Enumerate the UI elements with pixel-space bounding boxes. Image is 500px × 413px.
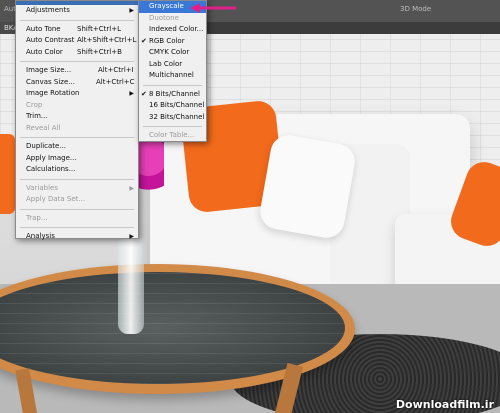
submenu-item-indexed-color[interactable]: Indexed Color... — [139, 24, 206, 36]
menu-item-label: Trap... — [26, 213, 48, 222]
menu-separator — [20, 208, 134, 210]
submenu-item-cmyk-color[interactable]: CMYK Color — [139, 47, 206, 59]
menu-item-adjustments[interactable]: Adjustments ▶ — [16, 5, 138, 17]
submenu-arrow-icon: ▶ — [129, 233, 134, 240]
menu-item-label: Analysis — [26, 232, 55, 240]
menu-item-trap[interactable]: Trap... — [16, 213, 138, 225]
submenu-item-16-bits[interactable]: 16 Bits/Channel — [139, 100, 206, 112]
submenu-item-label: Duotone — [149, 13, 179, 22]
menu-item-label: Auto Contrast — [26, 36, 75, 44]
menu-item-auto-tone[interactable]: Auto Tone Shift+Ctrl+L — [16, 24, 138, 36]
submenu-item-label: RGB Color — [149, 36, 185, 45]
menu-item-label: Image Rotation — [26, 89, 80, 97]
3d-mode-label[interactable]: 3D Mode — [400, 5, 431, 13]
submenu-item-rgb-color[interactable]: ✔ RGB Color — [139, 36, 206, 48]
submenu-item-label: Color Table... — [149, 131, 195, 139]
menu-separator — [143, 84, 202, 86]
pointer-arrow-icon — [190, 3, 236, 13]
menu-item-reveal-all[interactable]: Reveal All — [16, 123, 138, 135]
submenu-item-multichannel[interactable]: Multichannel — [139, 70, 206, 82]
submenu-arrow-icon: ▶ — [129, 90, 134, 97]
menu-item-canvas-size[interactable]: Canvas Size... Alt+Ctrl+C — [16, 77, 138, 89]
checkmark-icon: ✔ — [141, 89, 147, 98]
menu-item-shortcut: Shift+Ctrl+B — [77, 47, 122, 56]
watermark: Downloadfilm.ir — [395, 398, 494, 411]
menu-separator — [20, 61, 134, 62]
submenu-item-label: 32 Bits/Channel — [149, 112, 205, 121]
submenu-item-duotone[interactable]: Duotone — [139, 13, 206, 25]
menu-item-shortcut: Shift+Ctrl+L — [77, 24, 121, 33]
menu-item-label: Apply Image... — [26, 153, 77, 162]
submenu-item-label: Multichannel — [149, 71, 194, 79]
menu-item-shortcut: Alt+Shift+Ctrl+L — [77, 36, 137, 44]
menu-item-shortcut: Alt+Ctrl+C — [96, 77, 135, 86]
submenu-item-color-table[interactable]: Color Table... — [139, 130, 206, 142]
glass-vase — [118, 239, 144, 334]
menu-item-image-size[interactable]: Image Size... Alt+Ctrl+I — [16, 65, 138, 77]
menu-item-image-rotation[interactable]: Image Rotation ▶ — [16, 88, 138, 100]
menu-separator — [20, 227, 134, 228]
menu-item-label: Trim... — [26, 112, 48, 120]
menu-item-calculations[interactable]: Calculations... — [16, 164, 138, 176]
menu-separator — [20, 137, 134, 138]
white-pillow — [257, 132, 358, 241]
submenu-item-label: CMYK Color — [149, 48, 190, 56]
pink-flowers — [138, 134, 164, 209]
menu-separator — [143, 126, 202, 127]
submenu-item-label: Grayscale — [149, 2, 184, 10]
menu-item-label: Image Size... — [26, 66, 72, 74]
submenu-item-8-bits[interactable]: ✔ 8 Bits/Channel — [139, 89, 206, 101]
submenu-arrow-icon: ▶ — [129, 7, 134, 14]
menu-item-auto-contrast[interactable]: Auto Contrast Alt+Shift+Ctrl+L — [16, 35, 138, 47]
submenu-arrow-icon: ▶ — [129, 184, 134, 192]
submenu-item-label: 16 Bits/Channel — [149, 101, 205, 109]
menu-item-auto-color[interactable]: Auto Color Shift+Ctrl+B — [16, 47, 138, 59]
submenu-item-label: 8 Bits/Channel — [149, 89, 200, 98]
menu-item-label: Canvas Size... — [26, 77, 75, 86]
menu-separator — [20, 19, 134, 21]
submenu-item-lab-color[interactable]: Lab Color — [139, 59, 206, 71]
submenu-item-label: Indexed Color... — [149, 25, 204, 33]
orange-pillow-left — [0, 134, 15, 214]
menu-item-variables[interactable]: Variables ▶ — [16, 183, 138, 195]
menu-item-label: Auto Color — [26, 47, 63, 56]
menu-item-label: Auto Tone — [26, 24, 61, 33]
menu-separator — [20, 178, 134, 180]
menu-item-label: Variables — [26, 183, 58, 192]
menu-item-analysis[interactable]: Analysis ▶ — [16, 231, 138, 243]
menu-item-trim[interactable]: Trim... — [16, 111, 138, 123]
mode-submenu: Grayscale Duotone Indexed Color... ✔ RGB… — [138, 0, 207, 142]
menu-item-shortcut: Alt+Ctrl+I — [98, 66, 134, 74]
menu-item-label: Calculations... — [26, 165, 76, 173]
menu-item-label: Apply Data Set... — [26, 195, 86, 203]
menu-item-label: Reveal All — [26, 123, 61, 132]
menu-item-label: Crop — [26, 100, 43, 109]
menu-item-apply-image[interactable]: Apply Image... — [16, 153, 138, 165]
submenu-item-32-bits[interactable]: 32 Bits/Channel — [139, 112, 206, 124]
menu-item-label: Duplicate... — [26, 142, 67, 150]
menu-item-label: Adjustments — [26, 6, 70, 14]
image-menu: Adjustments ▶ Auto Tone Shift+Ctrl+L Aut… — [15, 0, 139, 240]
menu-item-apply-data-set[interactable]: Apply Data Set... — [16, 194, 138, 206]
menu-item-crop[interactable]: Crop — [16, 100, 138, 112]
menu-item-duplicate[interactable]: Duplicate... — [16, 141, 138, 153]
submenu-item-label: Lab Color — [149, 59, 183, 68]
checkmark-icon: ✔ — [141, 36, 147, 45]
